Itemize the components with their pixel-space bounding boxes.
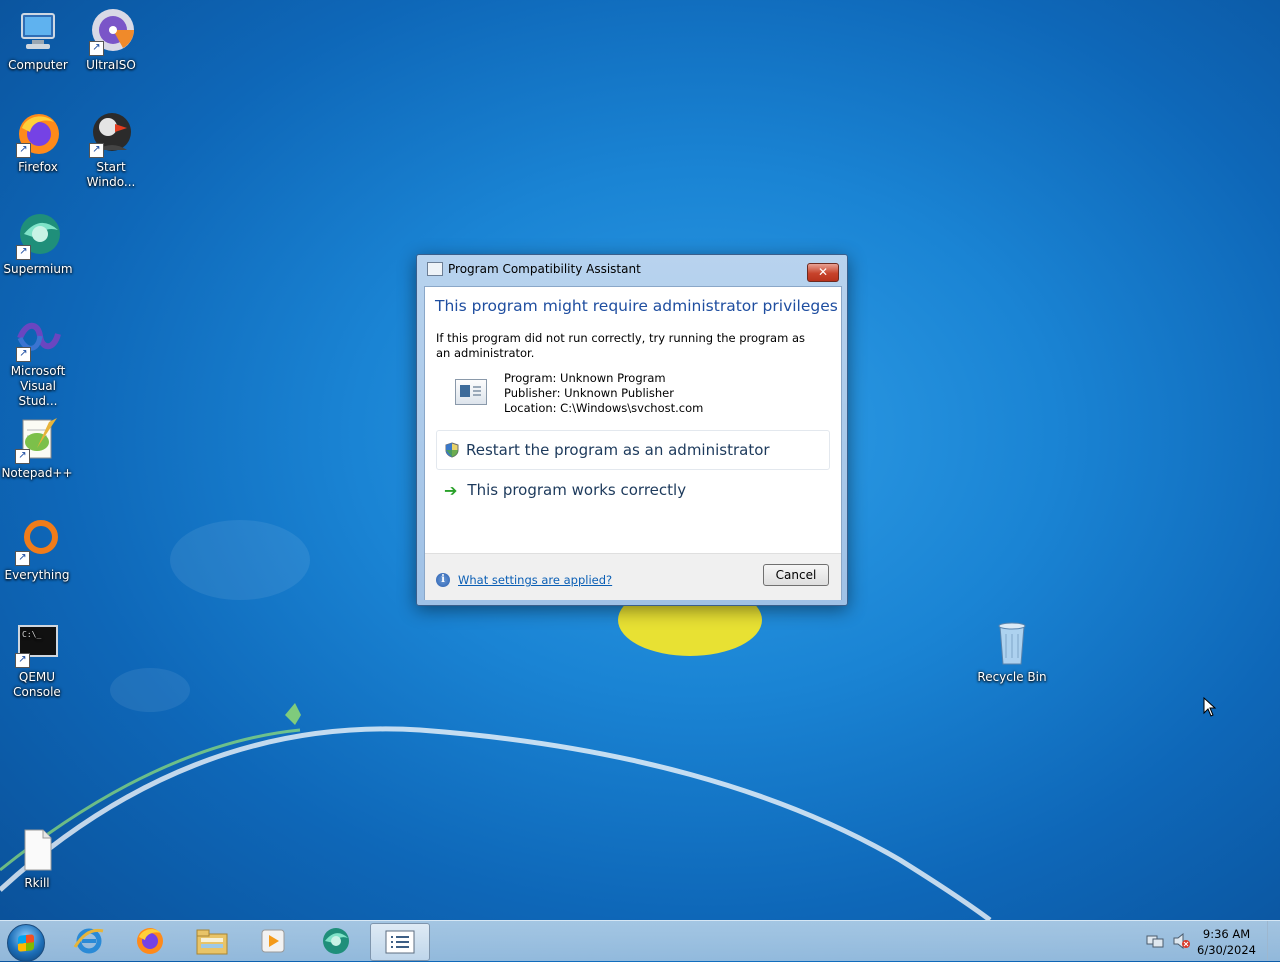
shortcut-arrow-icon: ↗	[15, 653, 30, 668]
visual-studio-icon: ↗	[14, 314, 62, 362]
cancel-button[interactable]: Cancel	[763, 564, 829, 586]
supermium-icon	[323, 928, 349, 954]
program-publisher: Publisher: Unknown Publisher	[504, 386, 674, 400]
shortcut-arrow-icon: ↗	[16, 245, 31, 260]
clock-time: 9:36 AM	[1202, 927, 1251, 941]
program-name: Program: Unknown Program	[504, 371, 666, 385]
window-app-icon	[427, 262, 443, 276]
desktop[interactable]: { "desktop": { "icons": [ {"label": "Com…	[0, 0, 1280, 962]
everything-icon: ↗	[13, 518, 61, 566]
taskbar-windows-explorer[interactable]	[186, 923, 238, 959]
shortcut-arrow-icon: ↗	[15, 449, 30, 464]
desktop-icon-everything[interactable]: ↗ Everything	[0, 518, 75, 583]
dialog-titlebar[interactable]: Program Compatibility Assistant	[417, 255, 847, 283]
desktop-icon-start-windows[interactable]: ↗ Start Windo...	[73, 110, 149, 190]
mouse-cursor-icon	[1203, 697, 1217, 717]
desktop-icon-label: Rkill	[24, 876, 50, 890]
dialog-title: Program Compatibility Assistant	[448, 262, 641, 276]
notification-area: 9:36 AM 6/30/2024	[1140, 921, 1280, 961]
clock-date: 6/30/2024	[1197, 943, 1256, 957]
shortcut-arrow-icon: ↗	[16, 143, 31, 158]
uac-shield-icon	[445, 442, 459, 458]
taskbar-firefox[interactable]	[124, 923, 176, 959]
desktop-icon-visual-studio[interactable]: ↗ Microsoft Visual Stud...	[0, 314, 78, 409]
recycle-bin-icon	[988, 620, 1036, 668]
close-button[interactable]: ✕	[807, 263, 839, 282]
desktop-icon-notepad-plus[interactable]: ↗ Notepad++	[0, 416, 75, 481]
desktop-icon-label: Firefox	[18, 160, 58, 174]
clock[interactable]: 9:36 AM 6/30/2024	[1197, 926, 1256, 958]
desktop-icon-firefox[interactable]: ↗ Firefox	[0, 110, 76, 175]
taskbar-program-compatibility-assistant[interactable]	[370, 923, 430, 961]
desktop-icon-qemu-console[interactable]: C:\_ ↗ QEMU Console	[0, 620, 75, 700]
program-compatibility-dialog: Program Compatibility Assistant ✕ This p…	[416, 254, 848, 606]
desktop-icon-label: Notepad++	[1, 466, 73, 480]
program-details: Program: Unknown Program Publisher: Unkn…	[504, 371, 703, 416]
desktop-icon-computer[interactable]: Computer	[0, 8, 76, 73]
show-desktop-button[interactable]	[1267, 921, 1280, 961]
taskbar-supermium[interactable]	[310, 923, 362, 959]
firefox-icon: ↗	[14, 110, 62, 158]
shortcut-arrow-icon: ↗	[15, 551, 30, 566]
desktop-icon-label: Start Windo...	[86, 160, 136, 189]
shortcut-arrow-icon: ↗	[89, 143, 104, 158]
supermium-icon: ↗	[14, 212, 62, 260]
main-instruction: This program might require administrator…	[435, 297, 838, 315]
ultraiso-icon: ↗	[87, 8, 135, 56]
program-works-label: This program works correctly	[467, 481, 687, 499]
firefox-icon	[137, 928, 163, 954]
desktop-icon-label: QEMU Console	[13, 670, 61, 699]
windows-logo-icon	[18, 934, 34, 952]
volume-muted-icon[interactable]	[1172, 932, 1190, 952]
restart-as-admin-button[interactable]: Restart the program as an administrator	[436, 430, 830, 470]
qemu-console-icon: C:\_ ↗	[13, 620, 61, 668]
dialog-footer: i What settings are applied?	[436, 573, 612, 587]
desktop-icon-label: UltraISO	[86, 58, 136, 72]
internet-explorer-icon	[73, 928, 104, 954]
green-arrow-icon: ➔	[444, 480, 458, 500]
desktop-icon-label: Everything	[4, 568, 70, 582]
start-windows-icon: ↗	[87, 110, 135, 158]
svg-text:C:\_: C:\_	[22, 630, 41, 639]
dialog-description: If this program did not run correctly, t…	[436, 331, 805, 360]
desktop-icon-label: Supermium	[3, 262, 73, 276]
program-works-correctly-button[interactable]: ➔ This program works correctly	[436, 471, 828, 509]
program-compatibility-assistant-icon	[385, 930, 415, 954]
program-icon	[455, 379, 487, 405]
shortcut-arrow-icon: ↗	[89, 41, 104, 56]
desktop-icon-label: Microsoft Visual Stud...	[10, 364, 66, 408]
taskbar-internet-explorer[interactable]	[63, 923, 115, 959]
desktop-icon-supermium[interactable]: ↗ Supermium	[0, 212, 76, 277]
taskbar-media-player[interactable]	[247, 923, 299, 959]
desktop-icon-label: Computer	[8, 58, 68, 72]
program-location: Location: C:\Windows\svchost.com	[504, 401, 704, 415]
what-settings-link[interactable]: What settings are applied?	[458, 573, 612, 587]
desktop-icon-rkill[interactable]: Rkill	[0, 826, 75, 891]
desktop-icon-ultraiso[interactable]: ↗ UltraISO	[73, 8, 149, 73]
network-icon[interactable]	[1146, 933, 1164, 952]
start-button[interactable]	[7, 924, 45, 962]
notepad-plus-icon: ↗	[13, 416, 61, 464]
dialog-content: This program might require administrator…	[424, 286, 842, 600]
desktop-icon-label: Recycle Bin	[977, 670, 1047, 684]
rkill-icon	[13, 826, 61, 874]
desktop-icon-recycle-bin[interactable]: Recycle Bin	[974, 620, 1050, 685]
windows-explorer-icon	[196, 929, 228, 955]
computer-icon	[14, 8, 62, 56]
restart-as-admin-label: Restart the program as an administrator	[466, 441, 770, 459]
info-icon: i	[436, 573, 450, 587]
shortcut-arrow-icon: ↗	[16, 347, 31, 362]
media-player-icon	[261, 929, 285, 953]
taskbar: 9:36 AM 6/30/2024	[0, 920, 1280, 962]
